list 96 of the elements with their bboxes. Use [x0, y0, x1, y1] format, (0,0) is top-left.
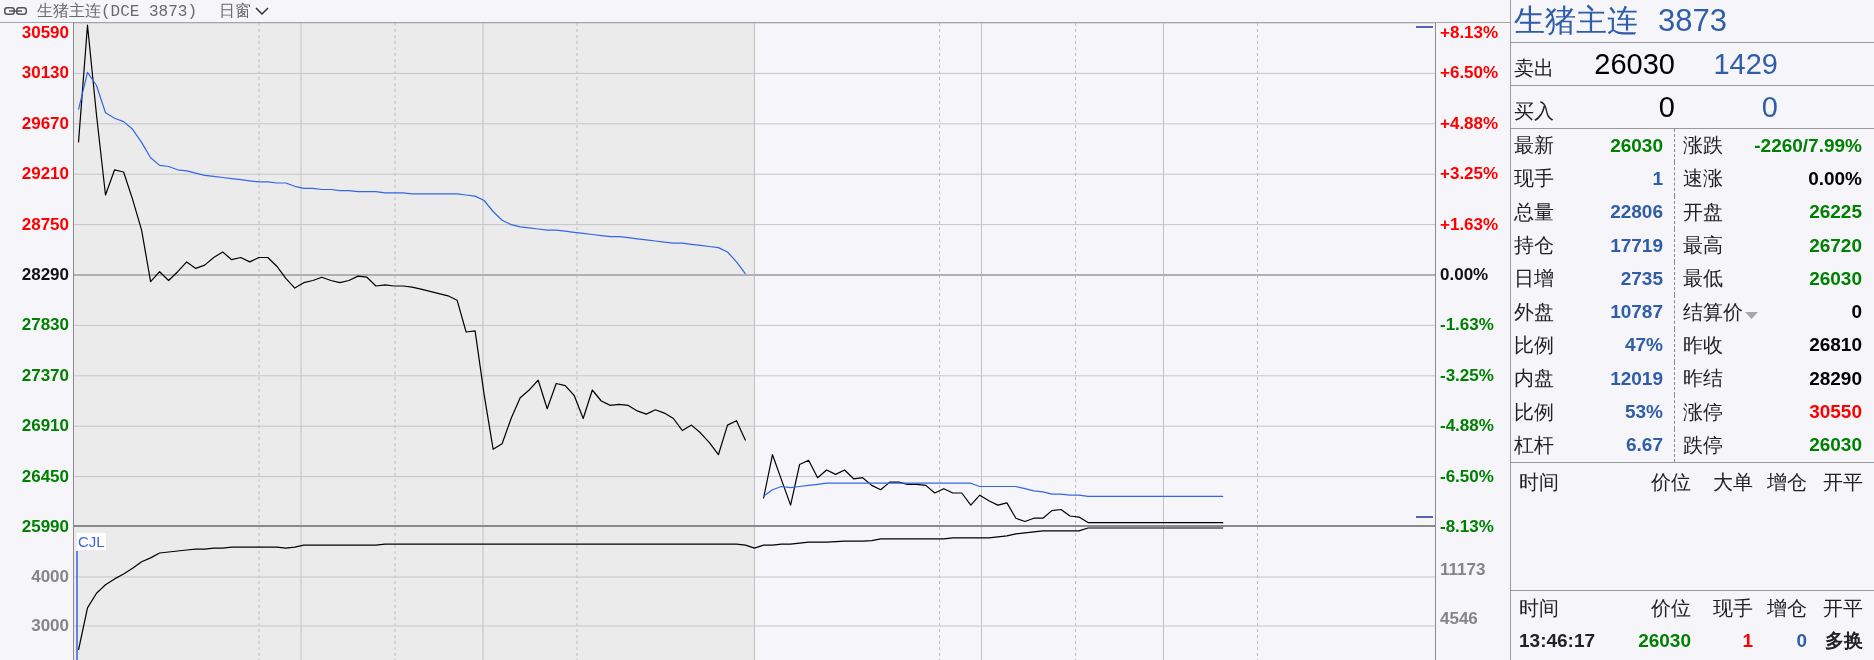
stat-value: 0.00% — [1808, 167, 1862, 190]
bid-price: 0 — [1657, 90, 1675, 124]
stat-label: 内盘 — [1514, 366, 1554, 392]
stat-label: 速涨 — [1683, 166, 1723, 192]
ask-price: 26030 — [1593, 47, 1675, 81]
period-dropdown[interactable]: 日窗 — [219, 0, 269, 22]
volume-axis-label: 3000 — [31, 616, 69, 636]
open-interest-axis-label: 11173 — [1440, 560, 1486, 580]
column-header: 价位 — [1650, 469, 1691, 495]
percent-axis-label: +4.88% — [1440, 113, 1499, 134]
price-axis-label: 30130 — [21, 63, 69, 84]
stat-value: 2735 — [1620, 267, 1663, 290]
stat-label: 日增 — [1514, 266, 1554, 292]
symbol-title: 生猪主连(DCE 3873) — [37, 1, 197, 22]
link-icon[interactable] — [4, 7, 27, 15]
stat-value: 26030 — [1809, 267, 1862, 290]
ask-volume: 1429 — [1712, 47, 1778, 81]
indicator-label: CJL — [77, 533, 106, 550]
volume-axis-label: 4000 — [31, 567, 69, 587]
stat-label: 涨停 — [1683, 399, 1723, 425]
price-axis-label: 26910 — [21, 416, 69, 437]
stat-value: -2260/7.99% — [1754, 134, 1862, 157]
stat-value: 26030 — [1809, 434, 1862, 457]
percent-axis-label: +3.25% — [1440, 164, 1499, 185]
table-cell-text: 0 — [1795, 630, 1807, 652]
column-header: 大单 — [1712, 469, 1753, 495]
price-axis-label: 30590 — [21, 23, 69, 43]
stat-label: 涨跌 — [1683, 133, 1723, 159]
stat-value: 22806 — [1610, 201, 1663, 224]
price-axis-label: 27370 — [21, 365, 69, 386]
percent-axis-label: -8.13% — [1440, 517, 1494, 537]
column-header: 开平 — [1822, 595, 1863, 621]
column-header: 价位 — [1650, 595, 1691, 621]
stat-label: 跌停 — [1683, 432, 1723, 458]
chevron-down-icon[interactable] — [255, 7, 269, 15]
stat-label: 总量 — [1514, 199, 1554, 225]
stat-label: 比例 — [1514, 399, 1554, 425]
contract-name: 生猪主连 — [1514, 2, 1638, 40]
stat-value: 1 — [1652, 167, 1663, 190]
stat-value: 26030 — [1610, 134, 1663, 157]
stat-label: 最低 — [1683, 266, 1723, 292]
stat-value: 6.67 — [1626, 434, 1663, 457]
stat-value: 26225 — [1809, 201, 1862, 224]
table-cell-text: 1 — [1741, 630, 1753, 652]
price-axis-label: 25990 — [21, 517, 69, 537]
price-axis-label: 28750 — [21, 214, 69, 235]
price-axis-label: 26450 — [21, 466, 69, 487]
stat-label: 最新 — [1514, 133, 1554, 159]
stat-value: 53% — [1624, 401, 1663, 424]
stat-label: 开盘 — [1683, 199, 1723, 225]
price-axis-label: 27830 — [21, 315, 69, 336]
stat-label: 昨收 — [1683, 332, 1723, 358]
column-header: 现手 — [1712, 595, 1753, 621]
dash-marker-icon — [1415, 26, 1434, 28]
price-axis-label: 29210 — [21, 164, 69, 185]
table-cell-text: 多换 — [1824, 629, 1863, 653]
percent-axis-label: +6.50% — [1440, 63, 1499, 84]
stat-label: 昨结 — [1683, 366, 1723, 392]
percent-axis-label: -1.63% — [1440, 315, 1494, 336]
price-axis-label: 28290 — [21, 265, 69, 285]
percent-axis-label: -6.50% — [1440, 466, 1494, 487]
percent-axis-label: +8.13% — [1440, 23, 1499, 43]
stat-label: 持仓 — [1514, 233, 1554, 259]
percent-axis-label: -3.25% — [1440, 365, 1494, 386]
column-header: 增仓 — [1766, 469, 1807, 495]
column-header: 增仓 — [1766, 595, 1807, 621]
bid-volume: 0 — [1760, 90, 1778, 124]
price-axis-label: 29670 — [21, 113, 69, 134]
stat-value: 26720 — [1809, 234, 1862, 257]
bid-label: 买入 — [1514, 98, 1555, 124]
ask-label: 卖出 — [1514, 55, 1555, 81]
stat-value: 30550 — [1809, 401, 1862, 424]
table-cell-text: 26030 — [1637, 630, 1691, 652]
contract-code: 3873 — [1658, 3, 1727, 39]
stat-label: 最高 — [1683, 233, 1723, 259]
dash-marker-icon — [1415, 516, 1434, 518]
stat-value: 10787 — [1610, 301, 1663, 324]
stat-value: 0 — [1851, 301, 1862, 324]
stat-label: 外盘 — [1514, 299, 1554, 325]
column-header: 时间 — [1519, 469, 1560, 495]
column-header: 时间 — [1519, 595, 1560, 621]
stat-value: 28290 — [1809, 367, 1862, 390]
stat-label: 结算价 — [1683, 299, 1743, 325]
table-cell-text: 13:46:17 — [1519, 630, 1597, 652]
percent-axis-label: 0.00% — [1440, 265, 1489, 285]
percent-axis-label: +1.63% — [1440, 214, 1499, 235]
column-header: 开平 — [1822, 469, 1863, 495]
stat-value: 26810 — [1809, 334, 1862, 357]
stat-label: 现手 — [1514, 166, 1554, 192]
stat-label: 比例 — [1514, 332, 1554, 358]
stat-value: 47% — [1624, 334, 1663, 357]
open-interest-axis-label: 4546 — [1440, 609, 1478, 629]
stat-label: 杠杆 — [1514, 432, 1554, 458]
percent-axis-label: -4.88% — [1440, 416, 1494, 437]
stat-value: 12019 — [1610, 367, 1663, 390]
stat-value: 17719 — [1610, 234, 1663, 257]
